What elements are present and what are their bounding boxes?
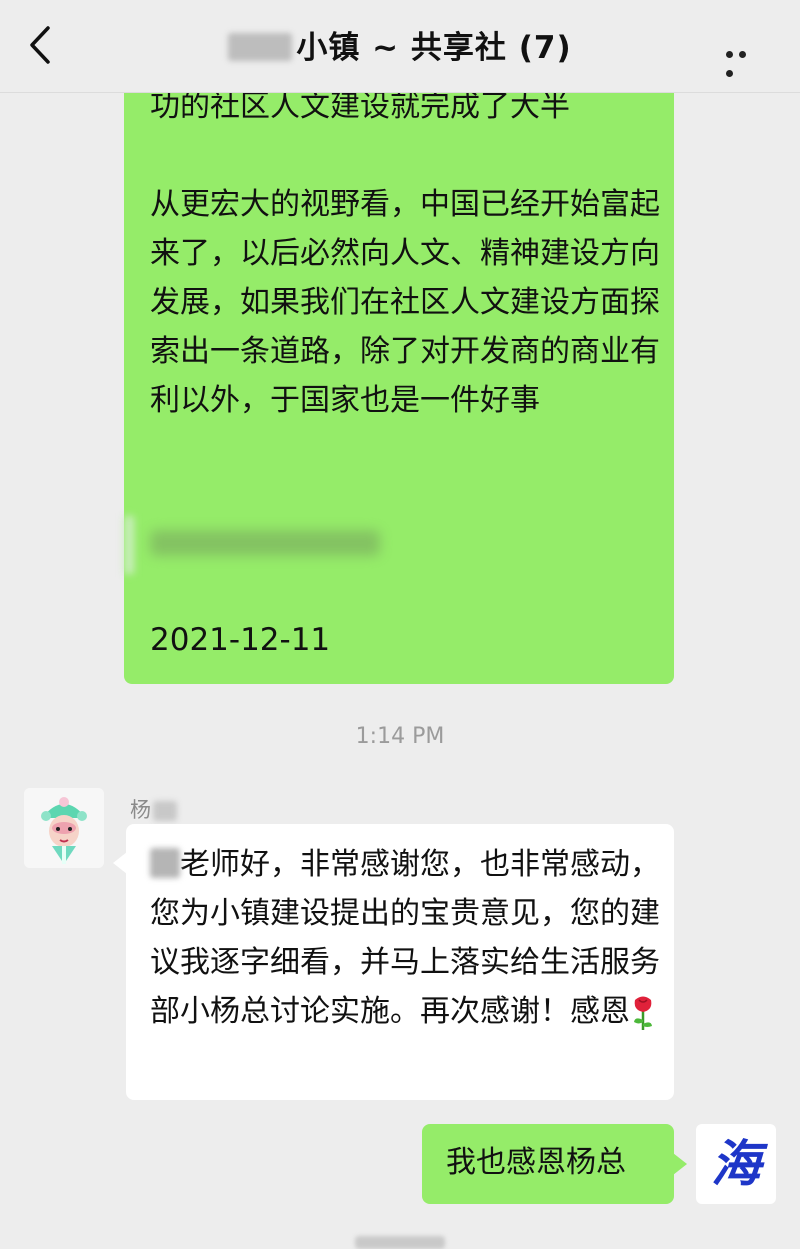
chat-title: 小镇 ~ 共享社 (7) bbox=[0, 22, 800, 67]
chat-timestamp: 1:14 PM bbox=[355, 724, 445, 749]
rose-icon bbox=[634, 996, 652, 1030]
avatar[interactable] bbox=[24, 788, 104, 868]
avatar-character: 海 bbox=[711, 1134, 761, 1193]
sender-name: 杨 bbox=[130, 794, 177, 824]
opera-mask-avatar-icon bbox=[24, 788, 104, 868]
redacted-content bbox=[124, 516, 384, 574]
message-date: 2021-12-11 bbox=[150, 622, 331, 658]
chat-title-text: 小镇 ~ 共享社 (7) bbox=[296, 30, 572, 66]
more-button[interactable] bbox=[726, 43, 764, 77]
chat-header: 小镇 ~ 共享社 (7) bbox=[0, 0, 800, 93]
partial-timestamp bbox=[355, 1236, 445, 1249]
message-text-reply: 老师好，非常感谢您，也非常感动，您为小镇建设提出的宝贵意见，您的建议我逐字细看，… bbox=[150, 847, 660, 1030]
redacted-name bbox=[153, 801, 177, 821]
message-text-forwarded: 功的社区人文建设就完成了大半 从更宏大的视野看，中国已经开始富起来了，以后必然向… bbox=[150, 89, 660, 418]
redacted-name bbox=[150, 847, 180, 878]
message-text-mine: 我也感恩杨总 bbox=[446, 1145, 626, 1180]
redacted-name bbox=[228, 32, 293, 61]
my-avatar[interactable]: 海 bbox=[696, 1124, 776, 1204]
more-horizontal-icon bbox=[726, 51, 733, 58]
